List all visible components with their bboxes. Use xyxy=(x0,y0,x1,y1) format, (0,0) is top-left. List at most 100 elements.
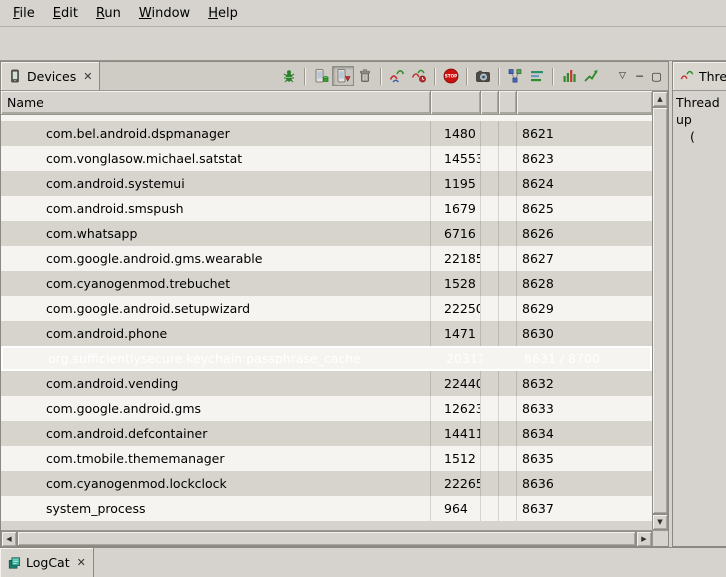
status-col-2 xyxy=(499,271,517,296)
process-port: 8623 xyxy=(517,146,652,171)
process-pid: 1512 xyxy=(431,446,481,471)
top-toolbar xyxy=(0,27,726,61)
process-name: com.cyanogenmod.trebuchet xyxy=(1,271,431,296)
method-profiling-button[interactable] xyxy=(408,66,430,86)
table-body: com.bel.android.dspmanager 1480 8621 com… xyxy=(1,115,652,530)
systrace-icon xyxy=(529,68,545,84)
process-name: com.vonglasow.michael.satstat xyxy=(1,146,431,171)
main-area: Devices ✕ xyxy=(0,61,726,547)
sysinfo-button[interactable] xyxy=(558,66,580,86)
table-row[interactable]: com.google.android.gms.wearable 22185 86… xyxy=(1,246,652,271)
debug-process-button[interactable] xyxy=(278,66,300,86)
status-col-2 xyxy=(499,471,517,496)
process-pid: 964 xyxy=(431,496,481,521)
column-header-1[interactable] xyxy=(481,91,499,114)
column-header-pid[interactable] xyxy=(431,91,481,114)
tab-threads[interactable]: Threads xyxy=(673,62,726,90)
cause-gc-button[interactable] xyxy=(354,66,376,86)
table-row[interactable]: com.android.defcontainer 14411 8634 xyxy=(1,421,652,446)
minimize-icon: ─ xyxy=(636,70,643,83)
table-row[interactable]: com.whatsapp 6716 8626 xyxy=(1,221,652,246)
menu-run[interactable]: Run xyxy=(87,2,130,25)
scroll-left-icon: ◀ xyxy=(6,535,11,543)
process-name: com.android.smspush xyxy=(1,196,431,221)
column-header-name[interactable]: Name xyxy=(1,91,431,114)
tab-devices[interactable]: Devices ✕ xyxy=(1,62,100,90)
systrace-button[interactable] xyxy=(526,66,548,86)
table-row[interactable]: com.cyanogenmod.lockclock 22265 8636 xyxy=(1,471,652,496)
status-col-1 xyxy=(481,296,499,321)
dump-hprof-button[interactable] xyxy=(332,66,354,86)
device-icon xyxy=(8,69,22,83)
table-row[interactable]: system_process 964 8637 xyxy=(1,496,652,521)
process-name: com.google.android.gms.wearable xyxy=(1,246,431,271)
status-col-1 xyxy=(481,271,499,296)
status-col-2 xyxy=(501,348,519,369)
threads-message: Thread up ( xyxy=(673,91,726,546)
scroll-left-button[interactable]: ◀ xyxy=(1,531,17,547)
process-port: 8631 / 8700 xyxy=(519,348,650,369)
table-row[interactable]: com.vonglasow.michael.satstat 14553 8623 xyxy=(1,146,652,171)
vertical-scrollbar[interactable]: ▲ ▼ xyxy=(652,91,668,530)
table-row[interactable]: com.google.android.setupwizard 22250 862… xyxy=(1,296,652,321)
horizontal-scrollbar-thumb[interactable] xyxy=(17,531,636,546)
scroll-right-button[interactable]: ▶ xyxy=(636,531,652,547)
table-row[interactable]: org.sufficientlysecure.keychain:passphra… xyxy=(1,346,652,371)
debug-process-icon xyxy=(281,68,297,84)
tab-devices-label: Devices xyxy=(27,69,76,84)
process-name: com.whatsapp xyxy=(1,221,431,246)
process-name: com.bel.android.dspmanager xyxy=(1,121,431,146)
stop-label: STOP xyxy=(445,74,458,79)
tab-logcat[interactable]: LogCat ✕ xyxy=(0,548,94,577)
process-pid: 12623 xyxy=(431,396,481,421)
table-row[interactable]: com.tmobile.thememanager 1512 8635 xyxy=(1,446,652,471)
view-window-buttons: ▽ ─ ▢ xyxy=(614,68,665,84)
scroll-up-button[interactable]: ▲ xyxy=(652,91,668,107)
toolbar-separator xyxy=(552,68,554,85)
status-col-1 xyxy=(481,421,499,446)
process-port: 8634 xyxy=(517,421,652,446)
table-row[interactable]: com.cyanogenmod.trebuchet 1528 8628 xyxy=(1,271,652,296)
threads-message-line2: ( xyxy=(676,128,724,145)
column-header-2[interactable] xyxy=(499,91,517,114)
table-row[interactable]: com.android.vending 22440 8632 xyxy=(1,371,652,396)
maximize-button[interactable]: ▢ xyxy=(648,68,665,84)
update-heap-button[interactable] xyxy=(310,66,332,86)
close-icon[interactable]: ✕ xyxy=(77,556,86,569)
menu-window[interactable]: Window xyxy=(130,2,199,25)
horizontal-scrollbar[interactable]: ◀ ▶ xyxy=(1,530,668,546)
column-header-port[interactable] xyxy=(517,91,652,114)
table-row[interactable]: com.android.systemui 1195 8624 xyxy=(1,171,652,196)
table-row[interactable]: com.android.smspush 1679 8625 xyxy=(1,196,652,221)
table-row[interactable]: com.bel.android.dspmanager 1480 8621 xyxy=(1,121,652,146)
process-port: 8627 xyxy=(517,246,652,271)
status-col-2 xyxy=(499,296,517,321)
menu-help[interactable]: Help xyxy=(199,2,247,25)
process-name: com.android.vending xyxy=(1,371,431,396)
process-pid: 1528 xyxy=(431,271,481,296)
view-menu-button[interactable]: ▽ xyxy=(614,68,631,84)
vertical-scrollbar-thumb[interactable] xyxy=(652,107,668,514)
screen-capture-button[interactable] xyxy=(472,66,494,86)
close-icon[interactable]: ✕ xyxy=(83,70,92,83)
column-header-name-label: Name xyxy=(7,95,44,110)
stop-process-button[interactable]: STOP xyxy=(440,66,462,86)
update-threads-icon xyxy=(389,68,405,84)
application-window: File Edit Run Window Help Devices ✕ xyxy=(0,0,726,577)
maximize-icon: ▢ xyxy=(651,70,661,83)
process-name: com.android.phone xyxy=(1,321,431,346)
table-row[interactable]: com.google.android.gms 12623 8633 xyxy=(1,396,652,421)
process-port: 8635 xyxy=(517,446,652,471)
menu-edit[interactable]: Edit xyxy=(44,2,87,25)
status-col-1 xyxy=(483,348,501,369)
pull-file-button[interactable] xyxy=(580,66,602,86)
update-threads-button[interactable] xyxy=(386,66,408,86)
menu-file[interactable]: File xyxy=(4,2,44,25)
table-row[interactable]: com.android.phone 1471 8630 xyxy=(1,321,652,346)
scroll-down-icon: ▼ xyxy=(657,518,662,526)
view-hierarchy-button[interactable] xyxy=(504,66,526,86)
status-col-2 xyxy=(499,396,517,421)
scroll-down-button[interactable]: ▼ xyxy=(652,514,668,530)
devices-tabstrip: Devices ✕ xyxy=(1,62,668,91)
minimize-button[interactable]: ─ xyxy=(631,68,648,84)
